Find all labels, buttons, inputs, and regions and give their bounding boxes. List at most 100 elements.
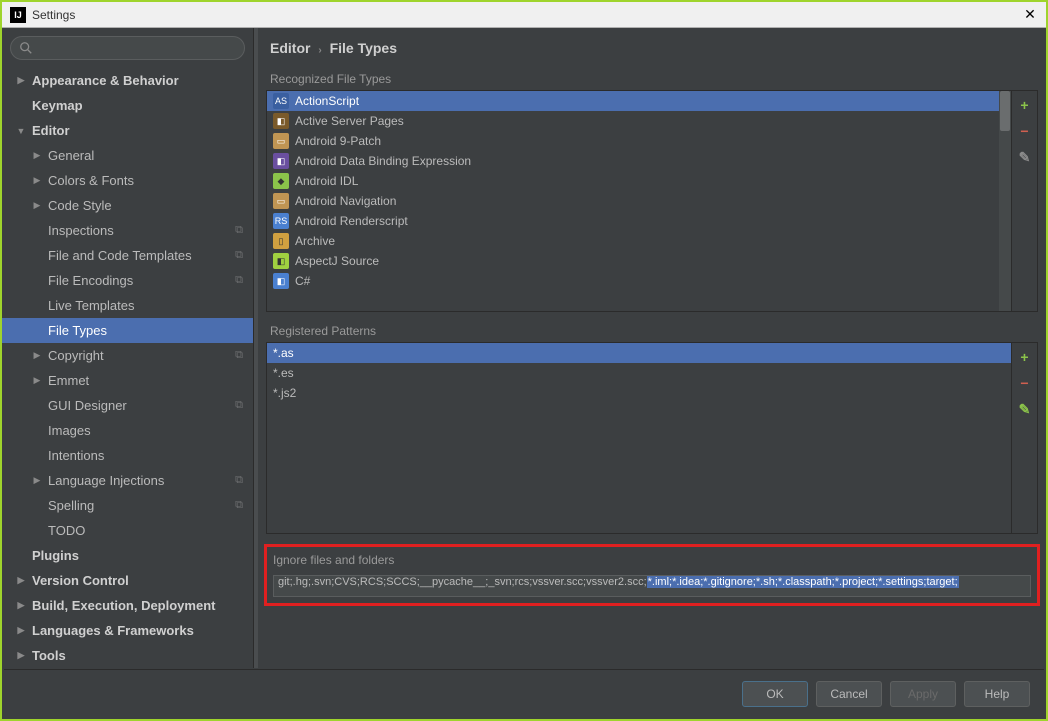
apply-button[interactable]: Apply (890, 681, 956, 707)
filetype-row[interactable]: ▭Android Navigation (267, 191, 999, 211)
breadcrumb-1: Editor (270, 40, 310, 56)
sidebar-item-build-execution-deployment[interactable]: Build, Execution, Deployment (2, 593, 253, 618)
search-icon (19, 41, 33, 55)
sidebar-item-inspections[interactable]: Inspections ⧉ (2, 218, 253, 243)
ignore-input[interactable]: git;.hg;.svn;CVS;RCS;SCCS;__pycache__;_s… (273, 575, 1031, 597)
chevron-right-icon[interactable] (14, 600, 28, 611)
sidebar-item-spelling[interactable]: Spelling ⧉ (2, 493, 253, 518)
copy-profile-icon[interactable]: ⧉ (235, 249, 243, 262)
settings-sidebar: Appearance & Behavior Keymap EditorGeneral… (2, 28, 254, 668)
sidebar-item-code-style[interactable]: Code Style (2, 193, 253, 218)
chevron-right-icon[interactable] (30, 175, 44, 186)
chevron-down-icon[interactable] (14, 126, 28, 136)
sidebar-item-file-types[interactable]: File Types (2, 318, 253, 343)
breadcrumb-2: File Types (330, 40, 397, 56)
copy-profile-icon[interactable]: ⧉ (235, 274, 243, 287)
filetype-row[interactable]: ◧Android Data Binding Expression (267, 151, 999, 171)
sidebar-item-plugins[interactable]: Plugins (2, 543, 253, 568)
sidebar-item-todo[interactable]: TODO (2, 518, 253, 543)
sidebar-item-file-and-code-templates[interactable]: File and Code Templates⧉ (2, 243, 253, 268)
recognized-label: Recognized File Types (266, 66, 1038, 90)
sidebar-item-editor[interactable]: Editor (2, 118, 253, 143)
chevron-right-icon[interactable] (14, 575, 28, 586)
sidebar-item-live-templates[interactable]: Live Templates (2, 293, 253, 318)
sidebar-item-label: Build, Execution, Deployment (32, 598, 215, 613)
copy-profile-icon[interactable]: ⧉ (235, 474, 243, 487)
app-icon: IJ (10, 7, 26, 23)
chevron-right-icon[interactable] (14, 650, 28, 661)
titlebar: IJ Settings ✕ (2, 2, 1046, 28)
sidebar-item-gui-designer[interactable]: GUI Designer ⧉ (2, 393, 253, 418)
chevron-right-icon[interactable] (30, 475, 44, 486)
settings-tree: Appearance & Behavior Keymap EditorGeneral… (2, 68, 253, 668)
pattern-row[interactable]: *.es (267, 363, 1011, 383)
chevron-right-icon[interactable] (30, 375, 44, 386)
sidebar-item-label: Live Templates (48, 298, 134, 313)
chevron-right-icon[interactable] (14, 75, 28, 86)
ok-button[interactable]: OK (742, 681, 808, 707)
sidebar-item-appearance-behavior[interactable]: Appearance & Behavior (2, 68, 253, 93)
sidebar-item-colors-fonts[interactable]: Colors & Fonts (2, 168, 253, 193)
filetypes-scrollbar[interactable] (999, 91, 1011, 311)
sidebar-item-copyright[interactable]: Copyright ⧉ (2, 343, 253, 368)
filetype-label: Active Server Pages (295, 114, 404, 128)
remove-filetype-button[interactable]: − (1017, 123, 1033, 139)
sidebar-item-label: Spelling (48, 498, 94, 513)
copy-profile-icon[interactable]: ⧉ (235, 224, 243, 237)
sidebar-item-file-encodings[interactable]: File Encodings ⧉ (2, 268, 253, 293)
sidebar-item-label: File Encodings (48, 273, 133, 288)
sidebar-item-version-control[interactable]: Version Control (2, 568, 253, 593)
filetype-row[interactable]: ▯Archive (267, 231, 999, 251)
filetype-icon: ▭ (273, 193, 289, 209)
filetype-label: ActionScript (295, 94, 359, 108)
ignore-section: Ignore files and folders git;.hg;.svn;CV… (264, 544, 1040, 606)
filetypes-list[interactable]: ASActionScript◧Active Server Pages▭Andro… (267, 91, 999, 311)
filetype-icon: ◧ (273, 153, 289, 169)
chevron-right-icon[interactable] (30, 350, 44, 361)
filetype-row[interactable]: ▭Android 9-Patch (267, 131, 999, 151)
copy-profile-icon[interactable]: ⧉ (235, 399, 243, 412)
chevron-right-icon[interactable] (14, 625, 28, 636)
filetype-row[interactable]: ◧C# (267, 271, 999, 291)
filetype-row[interactable]: ◆Android IDL (267, 171, 999, 191)
sidebar-item-label: Inspections (48, 223, 114, 238)
add-pattern-button[interactable]: + (1017, 349, 1033, 365)
ignore-label: Ignore files and folders (273, 553, 1031, 567)
sidebar-item-general[interactable]: General (2, 143, 253, 168)
chevron-right-icon[interactable] (30, 200, 44, 211)
search-input[interactable] (10, 36, 245, 60)
breadcrumb: Editor › File Types (258, 28, 1046, 66)
help-button[interactable]: Help (964, 681, 1030, 707)
edit-pattern-button[interactable]: ✎ (1017, 401, 1033, 417)
sidebar-item-label: Copyright (48, 348, 104, 363)
pattern-row[interactable]: *.as (267, 343, 1011, 363)
add-filetype-button[interactable]: + (1017, 97, 1033, 113)
sidebar-item-label: Languages & Frameworks (32, 623, 194, 638)
filetype-row[interactable]: ◧Active Server Pages (267, 111, 999, 131)
registered-label: Registered Patterns (266, 318, 1038, 342)
close-icon[interactable]: ✕ (1022, 7, 1038, 23)
edit-filetype-button[interactable]: ✎ (1017, 149, 1033, 165)
filetype-row[interactable]: ◧AspectJ Source (267, 251, 999, 271)
filetype-label: Android Renderscript (295, 214, 408, 228)
cancel-button[interactable]: Cancel (816, 681, 882, 707)
filetype-label: C# (295, 274, 310, 288)
sidebar-item-images[interactable]: Images (2, 418, 253, 443)
pattern-row[interactable]: *.js2 (267, 383, 1011, 403)
remove-pattern-button[interactable]: − (1017, 375, 1033, 391)
sidebar-item-emmet[interactable]: Emmet (2, 368, 253, 393)
sidebar-item-tools[interactable]: Tools (2, 643, 253, 668)
copy-profile-icon[interactable]: ⧉ (235, 499, 243, 512)
chevron-right-icon[interactable] (30, 150, 44, 161)
sidebar-item-intentions[interactable]: Intentions (2, 443, 253, 468)
filetype-row[interactable]: RSAndroid Renderscript (267, 211, 999, 231)
sidebar-item-label: Keymap (32, 98, 83, 113)
filetype-row[interactable]: ASActionScript (267, 91, 999, 111)
sidebar-item-keymap[interactable]: Keymap (2, 93, 253, 118)
sidebar-item-languages-frameworks[interactable]: Languages & Frameworks (2, 618, 253, 643)
copy-profile-icon[interactable]: ⧉ (235, 349, 243, 362)
patterns-list[interactable]: *.as*.es*.js2 (267, 343, 1011, 533)
sidebar-item-label: TODO (48, 523, 85, 538)
sidebar-item-label: GUI Designer (48, 398, 127, 413)
sidebar-item-language-injections[interactable]: Language Injections⧉ (2, 468, 253, 493)
